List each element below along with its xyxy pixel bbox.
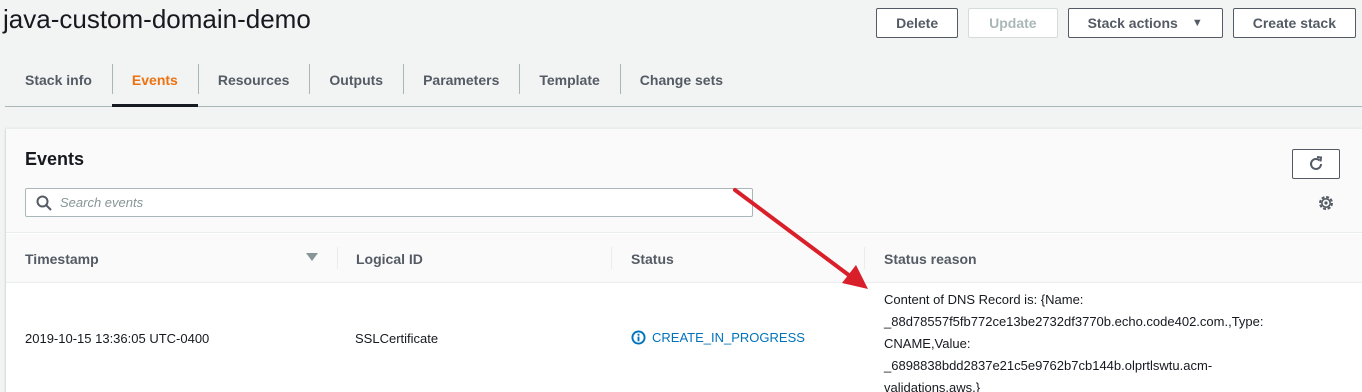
sort-down-icon[interactable] — [306, 253, 318, 261]
tab-change-sets[interactable]: Change sets — [619, 54, 743, 106]
tab-template[interactable]: Template — [519, 54, 619, 106]
events-table-header: Timestamp Logical ID Status Status reaso… — [6, 234, 1362, 283]
status-reason-line: _6898838bdd2837e21c5e9762b7cb144b.olprtl… — [884, 358, 1213, 373]
tab-stack-info[interactable]: Stack info — [5, 54, 112, 106]
info-icon — [631, 330, 646, 345]
caret-down-icon: ▼ — [1191, 17, 1203, 29]
row-status-reason: Content of DNS Record is: {Name: _88d785… — [884, 289, 1334, 392]
refresh-icon — [1310, 156, 1323, 170]
column-status[interactable]: Status — [631, 234, 674, 283]
stack-actions-label: Stack actions — [1087, 15, 1178, 31]
column-logical-id[interactable]: Logical ID — [356, 234, 423, 283]
column-divider — [337, 247, 338, 269]
row-logical-id: SSLCertificate — [355, 331, 439, 346]
row-timestamp: 2019-10-15 13:36:05 UTC-0400 — [25, 331, 210, 346]
search-input[interactable] — [60, 195, 710, 210]
tab-resources[interactable]: Resources — [197, 54, 310, 106]
column-timestamp[interactable]: Timestamp — [25, 234, 99, 283]
column-divider — [864, 247, 865, 269]
tab-outputs[interactable]: Outputs — [309, 54, 403, 106]
events-panel: Events Timestamp — [6, 128, 1362, 392]
status-badge[interactable]: CREATE_IN_PROGRESS — [631, 330, 805, 345]
status-text: CREATE_IN_PROGRESS — [652, 330, 805, 345]
gear-icon[interactable] — [1317, 194, 1335, 212]
events-title: Events — [25, 149, 85, 169]
stack-actions-button[interactable]: Stack actions ▼ — [1067, 8, 1223, 38]
search-events[interactable] — [25, 188, 753, 217]
create-stack-button[interactable]: Create stack — [1232, 8, 1356, 38]
refresh-button[interactable] — [1292, 149, 1340, 179]
update-button[interactable]: Update — [968, 8, 1058, 38]
stack-tabs: Stack info Events Resources Outputs Para… — [5, 54, 1362, 107]
page-title: java-custom-domain-demo — [3, 4, 311, 34]
column-divider — [611, 247, 612, 269]
table-row: 2019-10-15 13:36:05 UTC-0400 SSLCertific… — [6, 284, 1362, 392]
delete-button[interactable]: Delete — [876, 8, 959, 38]
column-status-reason[interactable]: Status reason — [884, 234, 977, 283]
search-icon — [36, 195, 52, 211]
tab-events[interactable]: Events — [111, 54, 198, 107]
status-reason-line: CNAME,Value: — [884, 336, 971, 351]
tab-parameters[interactable]: Parameters — [403, 54, 519, 106]
header-actions: Delete Update Stack actions ▼ Create sta… — [876, 8, 1356, 38]
status-reason-line: _88d78557f5fb772ce13be2732df3770b.echo.c… — [884, 314, 1264, 329]
status-reason-line: Content of DNS Record is: {Name: — [884, 292, 1084, 307]
status-reason-line: validations.aws.} — [884, 380, 981, 392]
events-panel-header: Events — [6, 129, 1362, 233]
